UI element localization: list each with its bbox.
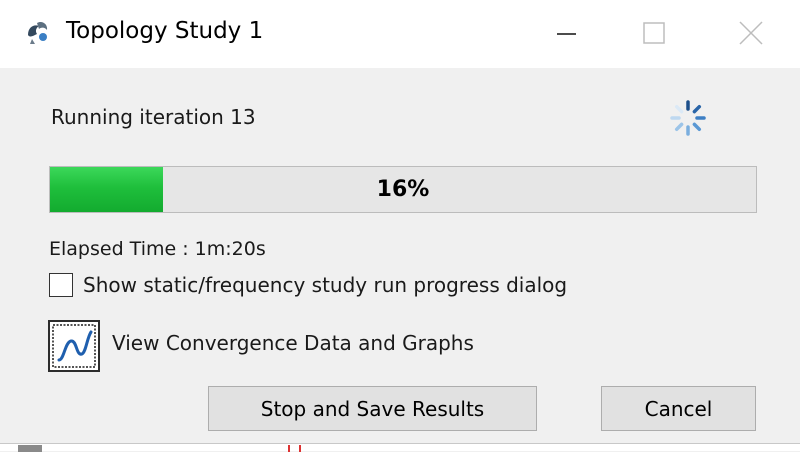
maximize-button[interactable]	[608, 0, 700, 68]
stop-and-save-button[interactable]: Stop and Save Results	[208, 386, 537, 431]
cancel-button[interactable]: Cancel	[601, 386, 756, 431]
show-progress-dialog-label[interactable]: Show static/frequency study run progress…	[83, 273, 567, 297]
progress-bar: 16%	[49, 166, 757, 213]
status-text: Running iteration 13	[51, 105, 256, 129]
title-bar: Topology Study 1	[0, 0, 800, 68]
show-progress-dialog-checkbox[interactable]	[49, 273, 73, 297]
background-window-strip	[0, 443, 800, 452]
close-button[interactable]	[703, 0, 795, 68]
window-title: Topology Study 1	[66, 18, 264, 44]
convergence-graph-icon	[52, 324, 96, 368]
progress-dialog-body: Running iteration 13 16% Elapsed Time : …	[0, 68, 800, 443]
minimize-icon	[557, 33, 576, 35]
minimize-button[interactable]	[516, 0, 608, 68]
maximize-icon	[643, 22, 665, 44]
loading-spinner-icon	[670, 100, 706, 136]
view-convergence-label[interactable]: View Convergence Data and Graphs	[112, 331, 474, 355]
topology-study-icon	[28, 21, 48, 44]
elapsed-time: Elapsed Time : 1m:20s	[49, 238, 266, 260]
close-icon	[739, 21, 763, 45]
view-convergence-button[interactable]	[48, 320, 100, 372]
progress-percent-label: 16%	[376, 177, 430, 202]
